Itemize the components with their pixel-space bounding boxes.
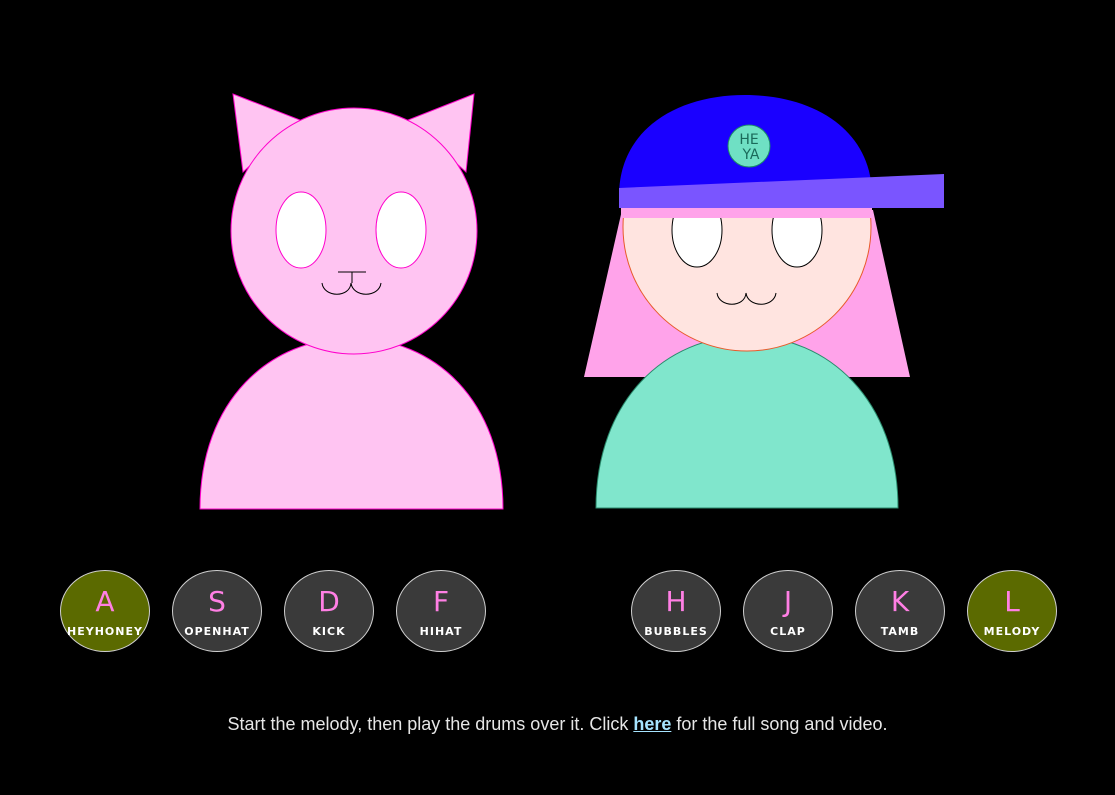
pad-key-label: F <box>432 585 450 618</box>
instructions-text: Start the melody, then play the drums ov… <box>0 714 1115 735</box>
pad-sound-label: HEYHONEY <box>67 625 143 638</box>
cat-character <box>199 93 504 510</box>
instructions-after: for the full song and video. <box>671 714 888 734</box>
pad-key-label: K <box>890 585 910 618</box>
pad-sound-label: HIHAT <box>419 625 463 638</box>
hat-badge-line1: HE <box>739 132 758 148</box>
pad-key-label: L <box>1004 585 1020 618</box>
pad-sound-label: CLAP <box>770 625 806 638</box>
girl-character: HE YA <box>584 95 944 509</box>
pad-hihat[interactable]: F HIHAT <box>396 570 486 652</box>
pad-key-label: D <box>318 585 340 618</box>
pad-tamb[interactable]: K TAMB <box>855 570 945 652</box>
pad-heyhoney[interactable]: A HEYHONEY <box>60 570 150 652</box>
cat-body <box>199 337 504 510</box>
pad-key-label: J <box>783 585 793 618</box>
pad-sound-label: OPENHAT <box>184 625 250 638</box>
pad-sound-label: TAMB <box>880 625 920 638</box>
pad-sound-label: BUBBLES <box>644 625 708 638</box>
pad-openhat[interactable]: S OPENHAT <box>172 570 262 652</box>
pad-sound-label: KICK <box>312 625 346 638</box>
pad-key-label: A <box>95 585 115 618</box>
pad-sound-label: MELODY <box>983 625 1041 638</box>
characters-illustration: HE YA <box>199 93 944 510</box>
pad-key-label: H <box>665 585 687 618</box>
cat-right-eye <box>375 191 427 269</box>
full-song-link[interactable]: here <box>633 714 671 734</box>
pad-bubbles[interactable]: H BUBBLES <box>631 570 721 652</box>
pad-key-label: S <box>208 585 226 618</box>
drum-machine-page: HE YA A HEYHONEY S OPENHAT D KICK F HIHA… <box>0 0 1115 795</box>
cat-head <box>230 107 478 355</box>
pad-melody[interactable]: L MELODY <box>967 570 1057 652</box>
instructions-before: Start the melody, then play the drums ov… <box>227 714 634 734</box>
pad-kick[interactable]: D KICK <box>284 570 374 652</box>
cat-left-eye <box>275 191 327 269</box>
hat-badge-line2: YA <box>741 147 759 163</box>
pad-clap[interactable]: J CLAP <box>743 570 833 652</box>
